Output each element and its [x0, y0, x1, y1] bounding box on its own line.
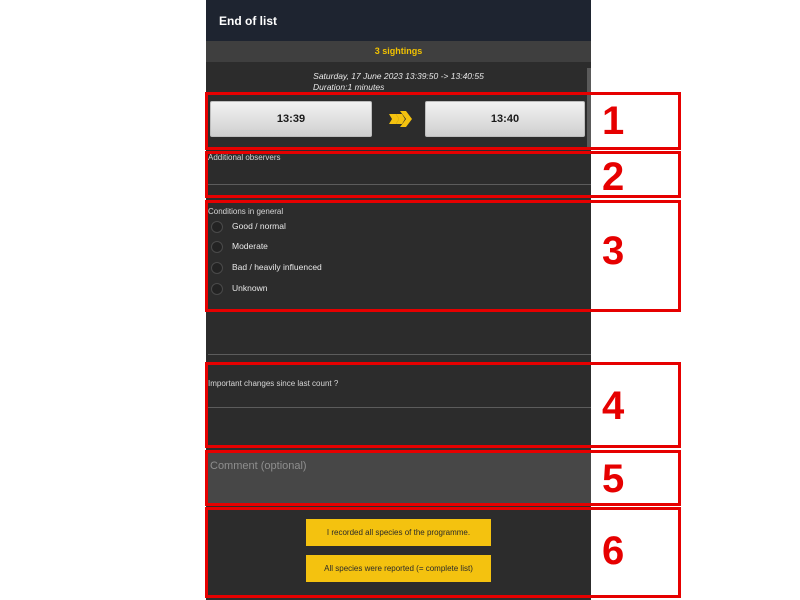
- sightings-count[interactable]: 3 sightings: [206, 41, 591, 62]
- page-title: End of list: [219, 14, 277, 28]
- annotation-number-2: 2: [602, 155, 625, 199]
- annotation-number-1: 1: [602, 99, 625, 143]
- session-duration: Duration:1 minutes: [313, 82, 385, 92]
- annotation-number-6: 6: [602, 529, 625, 573]
- session-date-range: Saturday, 17 June 2023 13:39:50 -> 13:40…: [313, 71, 484, 81]
- annotation-number-4: 4: [602, 384, 625, 428]
- app-bar: End of list: [206, 0, 591, 41]
- annotation-number-5: 5: [602, 457, 625, 501]
- conditions-divider: [208, 354, 591, 355]
- annotation-number-3: 3: [602, 229, 625, 273]
